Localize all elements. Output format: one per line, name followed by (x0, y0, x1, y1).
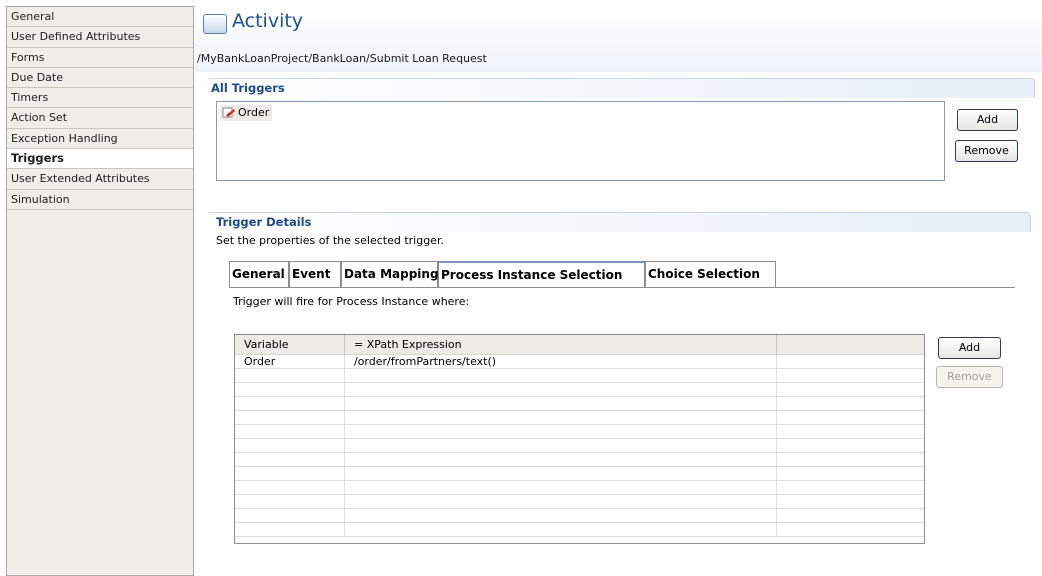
table-cell-extra[interactable] (777, 397, 924, 411)
table-cell-variable[interactable] (235, 467, 345, 481)
all-triggers-section-header: All Triggers (207, 78, 1035, 98)
table-row[interactable] (235, 425, 924, 439)
sidebar-item-user-defined-attributes[interactable]: User Defined Attributes (7, 27, 193, 48)
table-row[interactable] (235, 523, 924, 537)
table-row[interactable]: Order/order/fromPartners/text() (235, 355, 924, 369)
tab-divider (229, 287, 1015, 288)
trigger-item-label: Order (238, 106, 270, 119)
all-triggers-title: All Triggers (211, 81, 285, 95)
remove-selection-button[interactable]: Remove (936, 366, 1003, 388)
sidebar-item-exception-handling[interactable]: Exception Handling (7, 128, 193, 150)
table-cell-extra[interactable] (777, 439, 924, 453)
table-header: Variable = XPath Expression (235, 335, 924, 355)
table-cell-xpath-expression[interactable] (345, 495, 777, 509)
table-cell-extra[interactable] (777, 383, 924, 397)
table-cell-xpath-expression[interactable] (345, 425, 777, 439)
table-cell-variable[interactable] (235, 523, 345, 537)
table-cell-variable[interactable] (235, 509, 345, 523)
sidebar-item-action-set[interactable]: Action Set (7, 108, 193, 129)
table-cell-extra[interactable] (777, 481, 924, 495)
table-row[interactable] (235, 383, 924, 397)
table-cell-xpath-expression[interactable] (345, 397, 777, 411)
remove-trigger-button[interactable]: Remove (955, 140, 1018, 162)
fire-condition-text: Trigger will fire for Process Instance w… (233, 295, 470, 308)
sidebar: General User Defined Attributes Forms Du… (6, 6, 194, 576)
table-cell-variable[interactable]: Order (235, 355, 345, 369)
tab-general[interactable]: General (229, 261, 289, 287)
table-row[interactable] (235, 411, 924, 425)
table-cell-xpath-expression[interactable]: /order/fromPartners/text() (345, 355, 777, 369)
table-cell-xpath-expression[interactable] (345, 439, 777, 453)
sidebar-item-due-date[interactable]: Due Date (7, 67, 193, 89)
table-cell-xpath-expression[interactable] (345, 453, 777, 467)
table-cell-xpath-expression[interactable] (345, 369, 777, 383)
trigger-icon (222, 107, 235, 118)
table-cell-extra[interactable] (777, 509, 924, 523)
table-cell-variable[interactable] (235, 439, 345, 453)
table-cell-variable[interactable] (235, 383, 345, 397)
table-cell-extra[interactable] (777, 453, 924, 467)
sidebar-item-timers[interactable]: Timers (7, 88, 193, 109)
table-row[interactable] (235, 439, 924, 453)
table-row[interactable] (235, 453, 924, 467)
sidebar-item-forms[interactable]: Forms (7, 47, 193, 68)
table-cell-xpath-expression[interactable] (345, 523, 777, 537)
table-row[interactable] (235, 495, 924, 509)
table-cell-xpath-expression[interactable] (345, 383, 777, 397)
table-cell-extra[interactable] (777, 411, 924, 425)
page-title: Activity (232, 10, 304, 32)
sidebar-item-user-extended-attributes[interactable]: User Extended Attributes (7, 169, 193, 190)
table-cell-extra[interactable] (777, 523, 924, 537)
table-cell-variable[interactable] (235, 369, 345, 383)
table-cell-xpath-expression[interactable] (345, 509, 777, 523)
sidebar-item-simulation[interactable]: Simulation (7, 189, 193, 210)
xpath-table[interactable]: Variable = XPath Expression Order/order/… (234, 334, 925, 544)
tab-data-mapping[interactable]: Data Mapping (341, 261, 439, 287)
triggers-list[interactable]: Order (216, 101, 945, 181)
add-trigger-button[interactable]: Add (957, 109, 1018, 131)
table-cell-extra[interactable] (777, 369, 924, 383)
sidebar-item-triggers[interactable]: Triggers (7, 149, 193, 170)
table-cell-xpath-expression[interactable] (345, 411, 777, 425)
table-cell-extra[interactable] (777, 425, 924, 439)
activity-icon (203, 14, 227, 34)
table-cell-xpath-expression[interactable] (345, 467, 777, 481)
table-row[interactable] (235, 467, 924, 481)
tab-process-instance-selection[interactable]: Process Instance Selection (438, 261, 645, 287)
table-cell-variable[interactable] (235, 453, 345, 467)
trigger-details-subtitle: Set the properties of the selected trigg… (216, 234, 444, 247)
add-selection-button[interactable]: Add (938, 337, 1001, 359)
trigger-details-title: Trigger Details (216, 215, 312, 229)
table-cell-variable[interactable] (235, 495, 345, 509)
breadcrumb: /MyBankLoanProject/BankLoan/Submit Loan … (197, 52, 487, 65)
table-row[interactable] (235, 509, 924, 523)
tab-choice-selection[interactable]: Choice Selection (645, 261, 776, 287)
table-cell-xpath-expression[interactable] (345, 481, 777, 495)
table-cell-variable[interactable] (235, 481, 345, 495)
table-cell-extra[interactable] (777, 495, 924, 509)
table-cell-extra[interactable] (777, 467, 924, 481)
table-cell-extra[interactable] (777, 355, 924, 369)
table-row[interactable] (235, 481, 924, 495)
trigger-details-section-header: Trigger Details (207, 212, 1031, 232)
table-cell-variable[interactable] (235, 425, 345, 439)
sidebar-item-general[interactable]: General (7, 7, 193, 28)
column-header-variable[interactable]: Variable (235, 335, 345, 355)
page-header: Activity /MyBankLoanProject/BankLoan/Sub… (195, 6, 1042, 72)
table-cell-variable[interactable] (235, 397, 345, 411)
column-header-xpath-expression[interactable]: = XPath Expression (345, 335, 777, 355)
tab-event[interactable]: Event (289, 261, 341, 287)
table-row[interactable] (235, 397, 924, 411)
trigger-list-item[interactable]: Order (220, 105, 273, 121)
table-row[interactable] (235, 369, 924, 383)
column-header-extra[interactable] (777, 335, 924, 355)
table-cell-variable[interactable] (235, 411, 345, 425)
